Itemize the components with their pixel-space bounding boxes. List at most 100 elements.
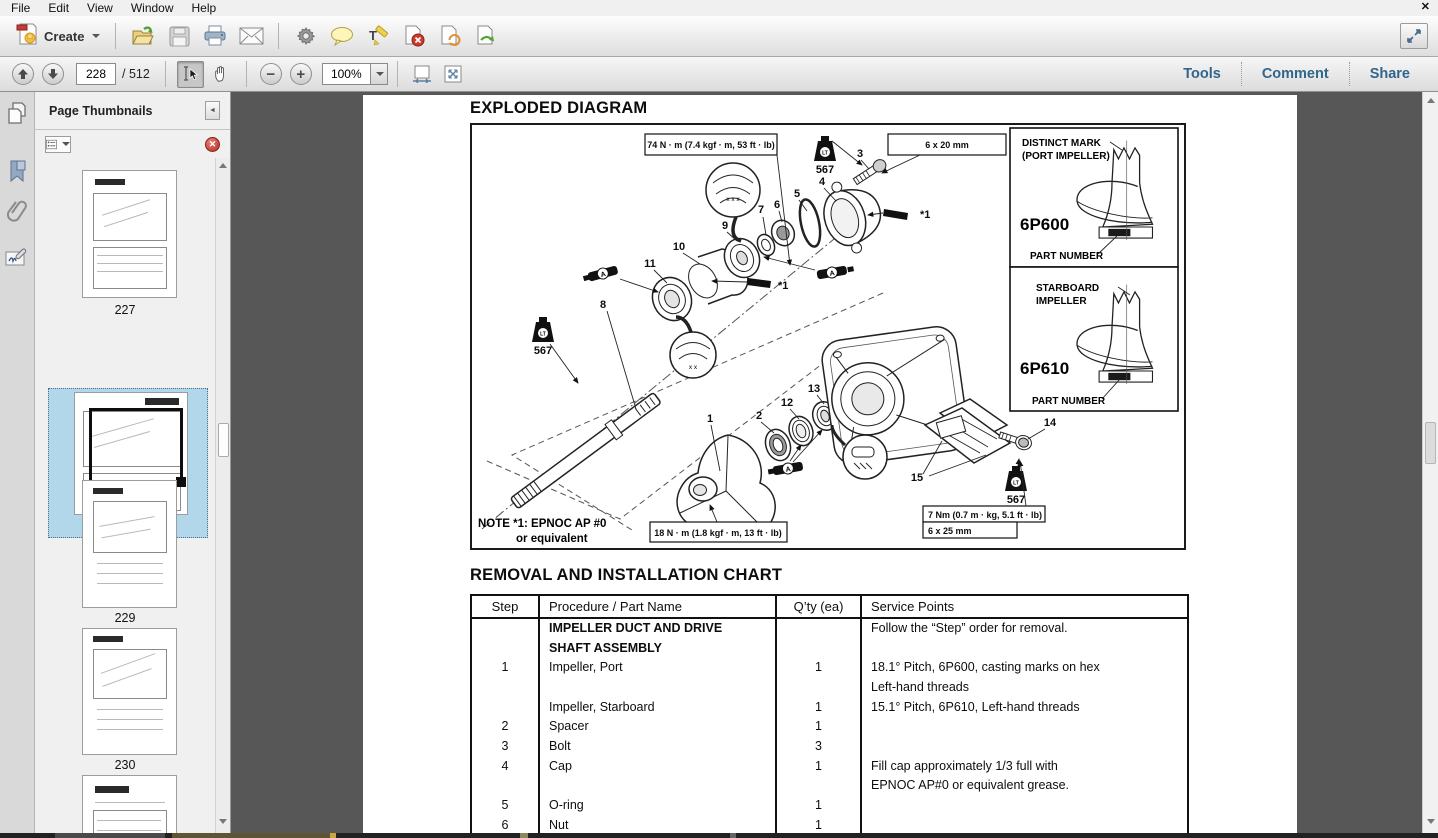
svg-text:8: 8 <box>600 299 606 311</box>
taskbar-strip[interactable] <box>0 833 1438 838</box>
attachments-tab[interactable] <box>3 198 31 224</box>
sidebar-icon-rail <box>0 92 35 833</box>
gear-icon <box>295 25 317 47</box>
save-icon <box>169 26 190 47</box>
thumbnails-list: 227 228 <box>35 158 215 833</box>
exploded-diagram: x x x x x <box>470 123 1186 550</box>
menu-view[interactable]: View <box>78 1 122 15</box>
zoom-out-button[interactable]: − <box>260 63 282 85</box>
nav-right-links: Tools Comment Share <box>1163 62 1430 86</box>
fit-page-icon <box>443 64 463 84</box>
svg-text:STARBOARD: STARBOARD <box>1036 283 1099 294</box>
page-heading-removal-chart: REMOVAL AND INSTALLATION CHART <box>470 566 782 585</box>
thumbnail-page-230[interactable] <box>82 628 177 755</box>
comment-button[interactable] <box>327 21 357 51</box>
settings-button[interactable] <box>291 21 321 51</box>
svg-text:5: 5 <box>794 188 800 200</box>
export-page-button[interactable] <box>471 21 501 51</box>
scrollbar-thumb[interactable] <box>1425 422 1436 464</box>
viewport-resize-handle[interactable] <box>176 477 186 487</box>
thumbnail-page-227[interactable] <box>82 170 177 298</box>
expand-arrows-icon <box>1406 28 1422 44</box>
document-refresh-icon <box>439 25 461 47</box>
col-qty: Q’ty (ea) <box>776 595 861 618</box>
pages-icon <box>6 101 28 125</box>
table-row: Impeller, Starboard115.1° Pitch, 6P610, … <box>471 697 1188 717</box>
thumbnail-page-229[interactable] <box>82 480 177 608</box>
create-pdf-icon <box>16 22 38 51</box>
signatures-tab[interactable] <box>3 246 31 272</box>
close-panel-button[interactable]: ✕ <box>205 137 220 152</box>
menu-edit[interactable]: Edit <box>39 1 78 15</box>
tools-panel-link[interactable]: Tools <box>1163 66 1241 82</box>
speech-bubble-icon <box>330 26 354 46</box>
highlight-text-button[interactable]: T <box>363 21 393 51</box>
col-procedure: Procedure / Part Name <box>539 595 776 618</box>
note-line-2: or equivalent <box>516 533 588 545</box>
scroll-up-icon[interactable] <box>1427 98 1435 103</box>
menu-file[interactable]: File <box>2 1 39 15</box>
page-total-label: / 512 <box>122 67 150 81</box>
svg-text:x x x: x x x <box>726 196 740 203</box>
document-scrollbar[interactable] <box>1422 92 1438 833</box>
thumbnail-label: 229 <box>35 611 215 625</box>
select-tool-button[interactable] <box>177 61 204 88</box>
content-area: Page Thumbnails ◄ ✕ 227 <box>0 92 1438 833</box>
fullscreen-button[interactable] <box>1400 23 1428 49</box>
scroll-down-icon[interactable] <box>1427 819 1435 824</box>
menu-window[interactable]: Window <box>122 1 183 15</box>
print-button[interactable] <box>200 21 230 51</box>
signature-icon <box>5 248 29 270</box>
scroll-up-icon[interactable] <box>219 163 227 168</box>
bookmarks-tab[interactable] <box>3 158 31 184</box>
panel-title: Page Thumbnails <box>49 104 205 118</box>
plus-icon: + <box>296 67 305 82</box>
save-button[interactable] <box>164 21 194 51</box>
menu-help[interactable]: Help <box>183 1 226 15</box>
thumbnail-options-button[interactable] <box>45 136 71 153</box>
collapse-panel-button[interactable]: ◄ <box>205 101 220 120</box>
next-page-button[interactable] <box>42 63 64 85</box>
scrollbar-thumb[interactable] <box>218 423 229 457</box>
fit-width-button[interactable] <box>409 61 436 88</box>
page-number-input[interactable] <box>76 63 116 85</box>
svg-text:13: 13 <box>808 383 820 395</box>
create-button[interactable]: Create <box>10 20 106 53</box>
svg-text:15: 15 <box>911 472 923 484</box>
svg-text:7 Nm (0.7 m · kg, 5.1 ft · lb): 7 Nm (0.7 m · kg, 5.1 ft · lb) <box>928 510 1042 520</box>
thumbnails-scrollbar[interactable] <box>215 158 230 833</box>
page-heading-exploded-diagram: EXPLODED DIAGRAM <box>470 99 647 118</box>
zoom-in-button[interactable]: + <box>290 63 312 85</box>
delete-page-button[interactable] <box>399 21 429 51</box>
thumbnail-page-231[interactable] <box>82 775 177 833</box>
open-file-button[interactable] <box>128 21 158 51</box>
share-panel-link[interactable]: Share <box>1350 66 1430 82</box>
zoom-level-value[interactable]: 100% <box>322 63 370 85</box>
document-green-arrow-icon <box>475 25 497 47</box>
hand-tool-button[interactable] <box>208 61 235 88</box>
svg-text:(PORT IMPELLER): (PORT IMPELLER) <box>1022 151 1110 162</box>
previous-page-button[interactable] <box>12 63 34 85</box>
svg-text:10: 10 <box>673 241 685 253</box>
window-close-button[interactable]: ✕ <box>1421 0 1430 13</box>
toolbar-separator <box>278 23 279 49</box>
zoom-dropdown-button[interactable] <box>370 63 388 85</box>
fit-page-button[interactable] <box>440 61 467 88</box>
comment-panel-link[interactable]: Comment <box>1242 66 1349 82</box>
svg-text:7: 7 <box>758 204 764 216</box>
svg-text:6 x 25 mm: 6 x 25 mm <box>928 526 972 536</box>
thumbnail-viewport-rect[interactable] <box>89 408 183 484</box>
email-button[interactable] <box>236 21 266 51</box>
svg-text:*1: *1 <box>778 280 788 292</box>
page-thumbnails-tab[interactable] <box>3 100 31 126</box>
col-service: Service Points <box>861 595 1188 618</box>
rotate-page-button[interactable] <box>435 21 465 51</box>
svg-text:IMPELLER: IMPELLER <box>1036 296 1087 307</box>
table-row: IMPELLER DUCT AND DRIVEFollow the “Step”… <box>471 618 1188 638</box>
toolbar-separator <box>397 61 398 87</box>
arrow-up-icon <box>17 68 29 80</box>
scroll-down-icon[interactable] <box>219 819 227 824</box>
pdf-page: EXPLODED DIAGRAM <box>363 95 1297 833</box>
page-thumbnails-panel: Page Thumbnails ◄ ✕ 227 <box>35 92 231 833</box>
table-row: 5O-ring1 <box>471 795 1188 815</box>
